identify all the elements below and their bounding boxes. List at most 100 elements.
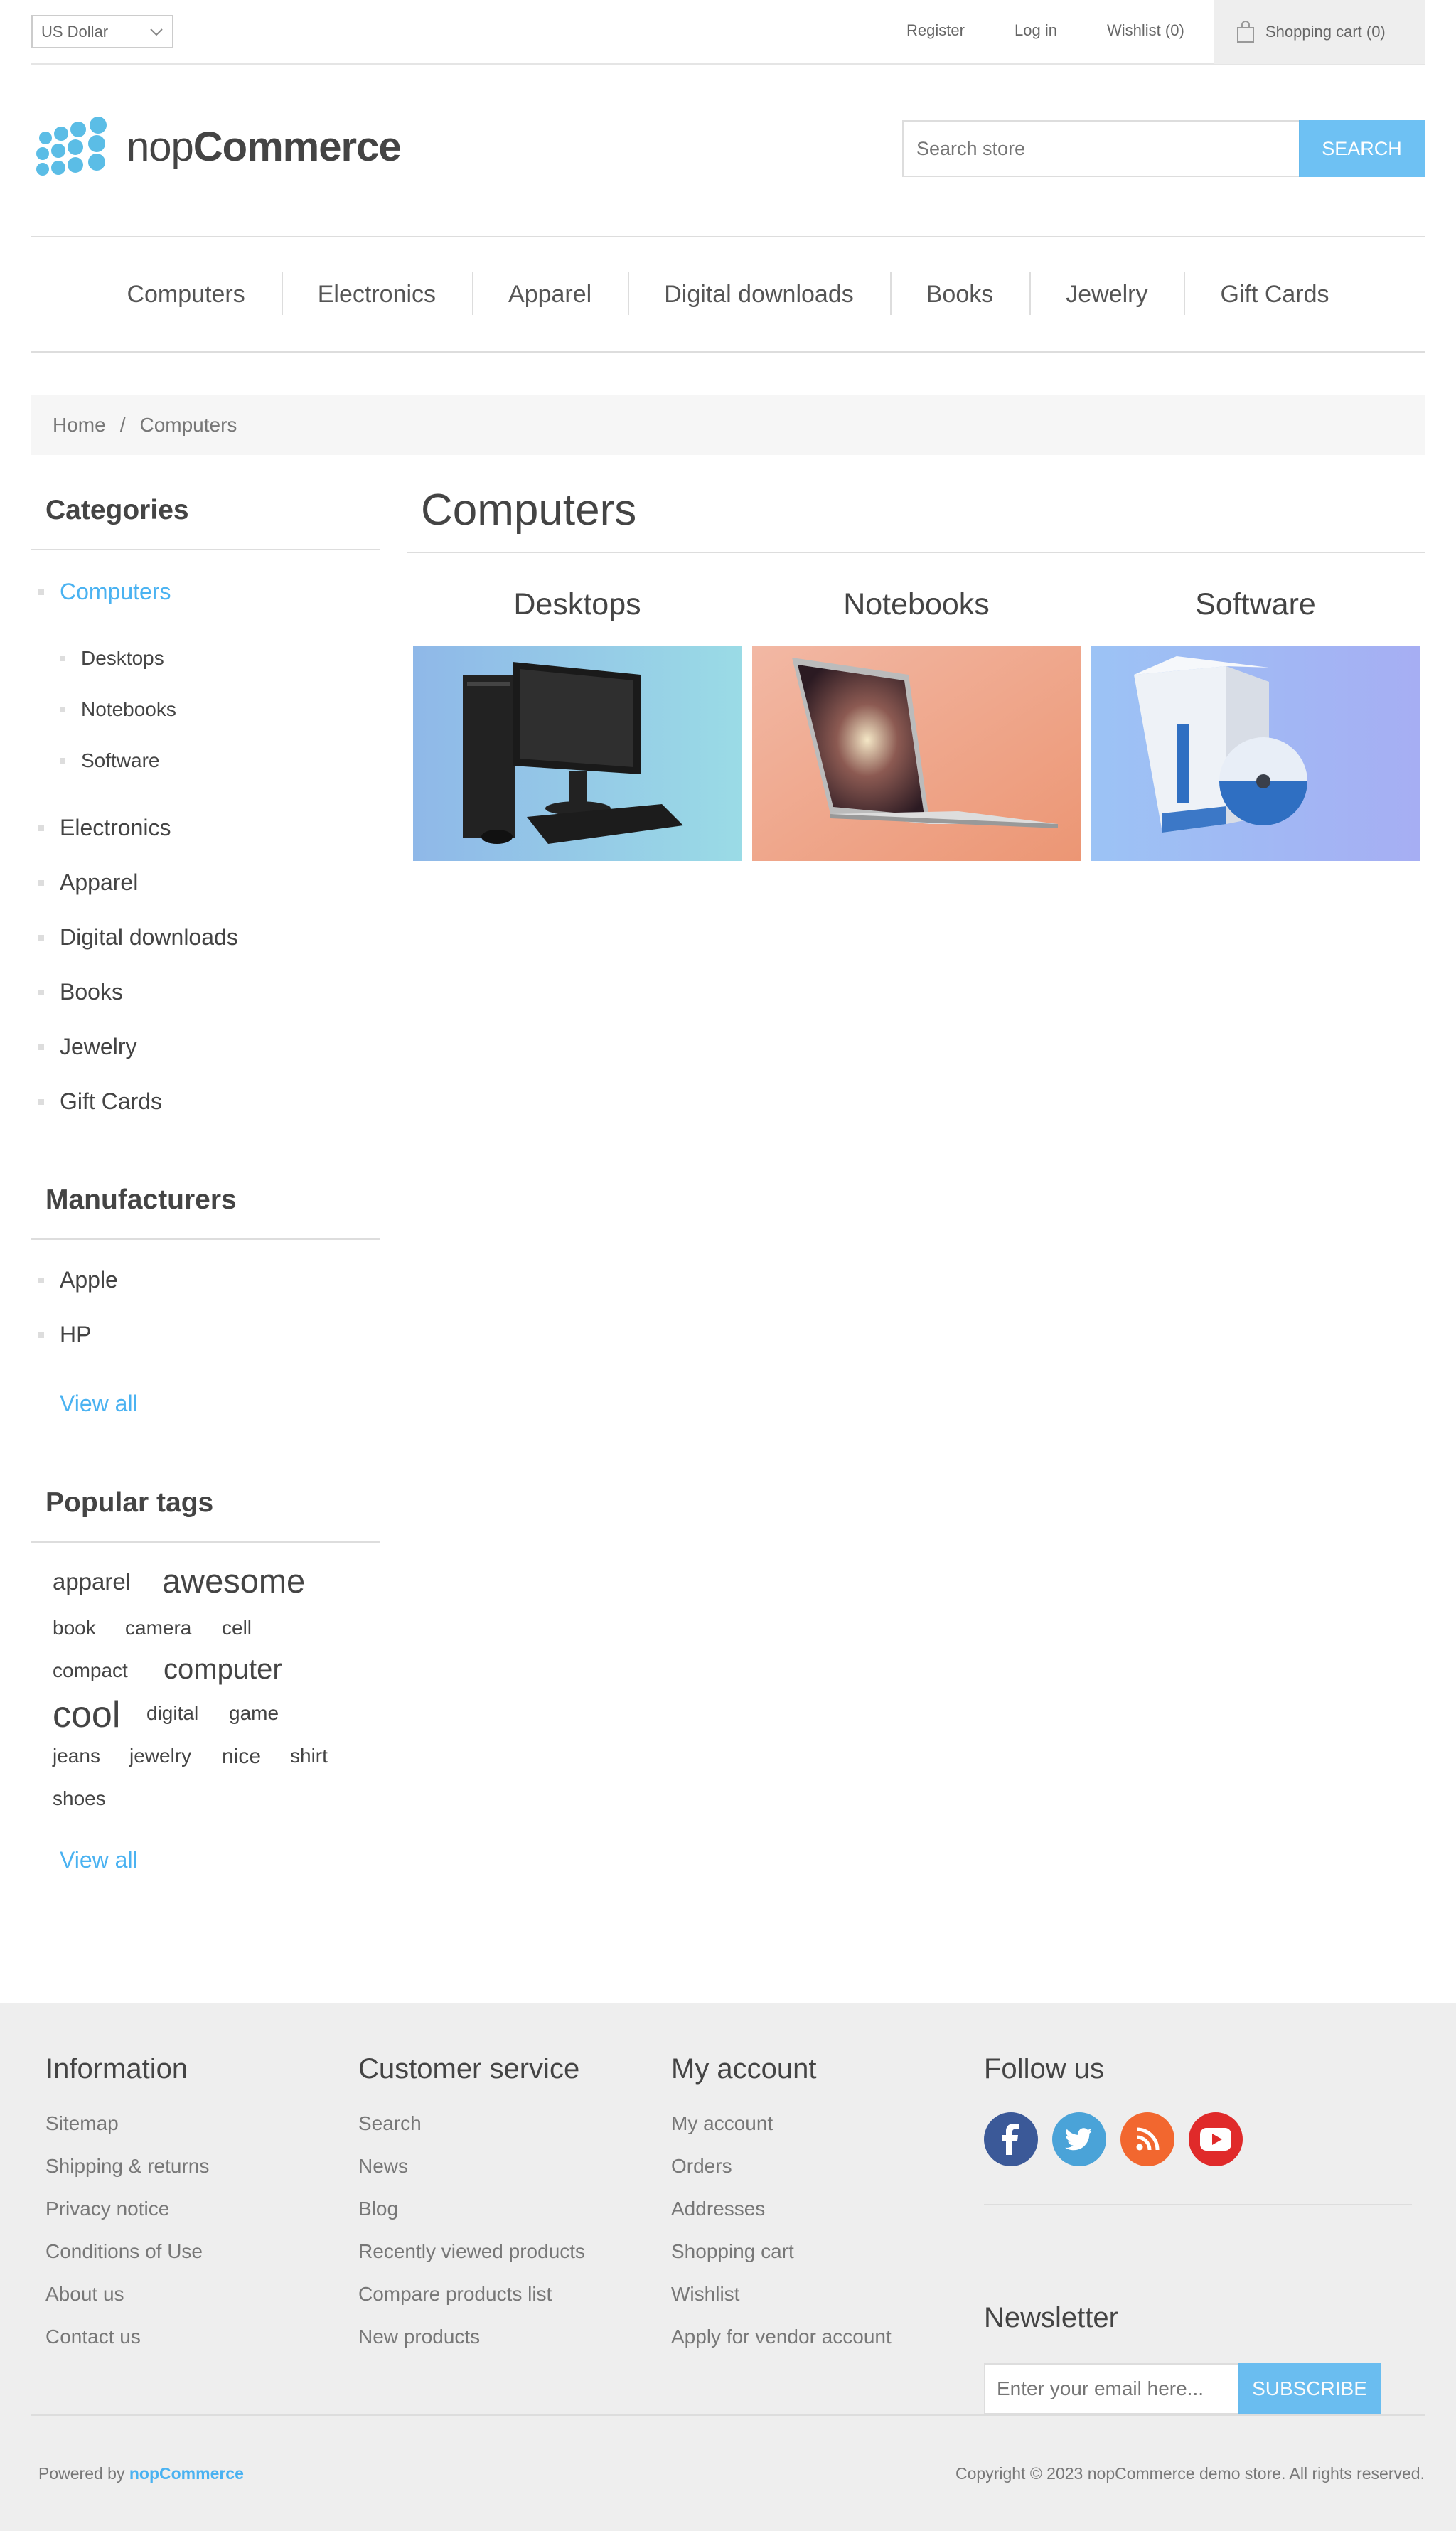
footer-customer-service-title: Customer service xyxy=(358,2053,580,2085)
currency-selector[interactable]: US Dollar xyxy=(31,15,173,48)
nav-item-digital-downloads[interactable]: Digital downloads xyxy=(628,272,890,315)
notebooks-image[interactable] xyxy=(752,646,1081,861)
footer-link-shopping-cart[interactable]: Shopping cart xyxy=(671,2240,892,2283)
tag-shoes[interactable]: shoes xyxy=(53,1787,106,1810)
powered-by: Powered by nopCommerce xyxy=(38,2464,244,2483)
tag-nice[interactable]: nice xyxy=(222,1745,261,1769)
cart-bag-icon xyxy=(1237,21,1254,43)
register-link[interactable]: Register xyxy=(906,21,965,40)
footer-link-about-us[interactable]: About us xyxy=(46,2283,209,2326)
logo-text: nopCommerce xyxy=(127,123,402,170)
tag-cool[interactable]: cool xyxy=(53,1693,120,1736)
login-link[interactable]: Log in xyxy=(1015,21,1057,40)
tag-shirt[interactable]: shirt xyxy=(290,1745,328,1767)
category-gift-cards[interactable]: Gift Cards xyxy=(31,1088,162,1115)
subcategory-card-title[interactable]: Notebooks xyxy=(752,587,1081,622)
shopping-cart-link[interactable]: Shopping cart (0) xyxy=(1214,0,1425,64)
wishlist-link[interactable]: Wishlist (0) xyxy=(1107,21,1184,40)
subcategory-notebooks[interactable]: Notebooks xyxy=(31,698,176,721)
footer-link-sitemap[interactable]: Sitemap xyxy=(46,2112,209,2155)
subcategory-card-title[interactable]: Software xyxy=(1091,587,1420,622)
nav-item-gift-cards[interactable]: Gift Cards xyxy=(1184,272,1365,315)
tag-camera[interactable]: camera xyxy=(125,1617,191,1639)
subscribe-button[interactable]: SUBSCRIBE xyxy=(1238,2363,1381,2414)
tags-view-all[interactable]: View all xyxy=(60,1847,138,1873)
footer-link-addresses[interactable]: Addresses xyxy=(671,2198,892,2240)
category-electronics[interactable]: Electronics xyxy=(31,815,171,841)
subcategory-card-title[interactable]: Desktops xyxy=(413,587,742,622)
footer-customer-service: Customer service Search News Blog Recent… xyxy=(358,2053,585,2368)
manufacturers-view-all[interactable]: View all xyxy=(60,1391,138,1417)
footer-link-blog[interactable]: Blog xyxy=(358,2198,585,2240)
currency-value: US Dollar xyxy=(41,22,109,41)
subcategory-desktops[interactable]: Desktops xyxy=(31,647,164,670)
footer-follow-us: Follow us xyxy=(984,2053,1410,2166)
footer-link-search[interactable]: Search xyxy=(358,2112,585,2155)
nav-item-computers[interactable]: Computers xyxy=(90,281,281,309)
footer-link-conditions-of-use[interactable]: Conditions of Use xyxy=(46,2240,209,2283)
breadcrumb-home[interactable]: Home xyxy=(53,414,106,437)
footer-information-title: Information xyxy=(46,2053,188,2085)
twitter-icon[interactable] xyxy=(1052,2112,1106,2166)
footer-link-news[interactable]: News xyxy=(358,2155,585,2198)
tag-apparel[interactable]: apparel xyxy=(53,1568,131,1595)
category-computers[interactable]: Computers xyxy=(31,579,171,605)
newsletter-block: Newsletter SUBSCRIBE xyxy=(984,2302,1381,2414)
category-books[interactable]: Books xyxy=(31,979,123,1005)
footer-link-wishlist[interactable]: Wishlist xyxy=(671,2283,892,2326)
subcategory-software[interactable]: Software xyxy=(31,749,160,772)
subcategory-card-notebooks[interactable]: Notebooks xyxy=(752,587,1081,861)
tag-game[interactable]: game xyxy=(229,1702,279,1725)
category-apparel[interactable]: Apparel xyxy=(31,869,138,896)
nav-item-electronics[interactable]: Electronics xyxy=(281,272,472,315)
popular-tags-title: Popular tags xyxy=(31,1487,380,1543)
search-button[interactable]: SEARCH xyxy=(1299,120,1425,177)
powered-by-link[interactable]: nopCommerce xyxy=(129,2464,244,2483)
software-image[interactable] xyxy=(1091,646,1420,861)
tag-digital[interactable]: digital xyxy=(146,1702,198,1725)
footer-link-my-account[interactable]: My account xyxy=(671,2112,892,2155)
footer-link-contact-us[interactable]: Contact us xyxy=(46,2326,209,2368)
subcategory-card-desktops[interactable]: Desktops xyxy=(413,587,742,861)
store-logo[interactable]: nopCommerce xyxy=(34,114,402,179)
desktops-image[interactable] xyxy=(413,646,742,861)
subcategory-card-software[interactable]: Software xyxy=(1091,587,1420,861)
social-icons xyxy=(984,2112,1410,2166)
footer-bottom-divider xyxy=(31,2414,1425,2416)
category-digital-downloads[interactable]: Digital downloads xyxy=(31,924,238,951)
footer-link-privacy-notice[interactable]: Privacy notice xyxy=(46,2198,209,2240)
footer-link-apply-vendor[interactable]: Apply for vendor account xyxy=(671,2326,892,2368)
youtube-icon[interactable] xyxy=(1189,2112,1243,2166)
footer-link-shipping-returns[interactable]: Shipping & returns xyxy=(46,2155,209,2198)
tag-awesome[interactable]: awesome xyxy=(162,1561,305,1600)
footer: Information Sitemap Shipping & returns P… xyxy=(0,2003,1456,2531)
manufacturer-hp[interactable]: HP xyxy=(31,1322,91,1348)
title-divider xyxy=(407,552,1425,553)
footer-link-recently-viewed[interactable]: Recently viewed products xyxy=(358,2240,585,2283)
breadcrumb-separator: / xyxy=(119,414,126,436)
page-title: Computers xyxy=(421,486,637,535)
tag-compact[interactable]: compact xyxy=(53,1659,128,1682)
popular-tags-block: Popular tags xyxy=(31,1487,380,1544)
breadcrumb-current: Computers xyxy=(139,414,237,436)
tag-book[interactable]: book xyxy=(53,1617,96,1639)
facebook-icon[interactable] xyxy=(984,2112,1038,2166)
tag-cell[interactable]: cell xyxy=(222,1617,252,1639)
nav-item-apparel[interactable]: Apparel xyxy=(472,272,628,315)
manufacturer-apple[interactable]: Apple xyxy=(31,1267,118,1293)
search-input[interactable] xyxy=(902,120,1300,177)
footer-link-new-products[interactable]: New products xyxy=(358,2326,585,2368)
footer-link-orders[interactable]: Orders xyxy=(671,2155,892,2198)
nav-item-books[interactable]: Books xyxy=(889,272,1030,315)
nav-item-jewelry[interactable]: Jewelry xyxy=(1029,272,1184,315)
footer-link-compare-products[interactable]: Compare products list xyxy=(358,2283,585,2326)
breadcrumb: Home / Computers xyxy=(31,395,1425,455)
search-box: SEARCH xyxy=(902,120,1425,177)
tag-jewelry[interactable]: jewelry xyxy=(129,1745,191,1767)
newsletter-email-input[interactable] xyxy=(984,2363,1240,2414)
category-jewelry[interactable]: Jewelry xyxy=(31,1034,136,1060)
footer-my-account: My account My account Orders Addresses S… xyxy=(671,2053,892,2368)
tag-jeans[interactable]: jeans xyxy=(53,1745,100,1767)
tag-computer[interactable]: computer xyxy=(164,1654,282,1686)
rss-icon[interactable] xyxy=(1120,2112,1174,2166)
